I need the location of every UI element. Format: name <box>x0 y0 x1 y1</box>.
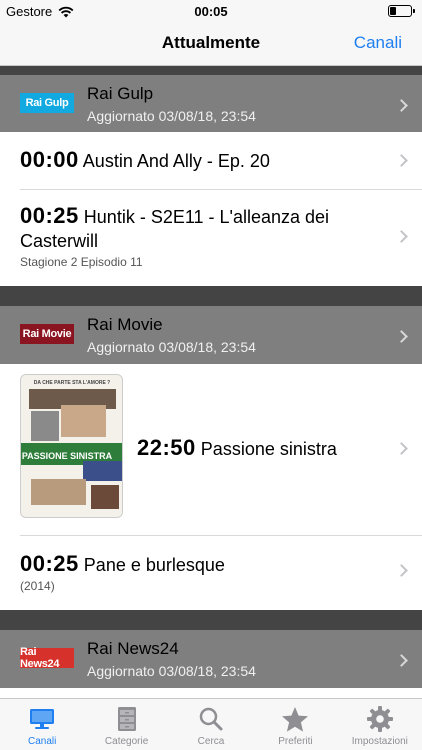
program-row[interactable]: 00:25 Pane e burlesque (2014) <box>0 536 422 610</box>
chevron-right-icon <box>395 154 408 167</box>
chevron-right-icon <box>395 564 408 577</box>
tab-label: Categorie <box>104 736 149 747</box>
search-icon <box>197 705 225 733</box>
program-text: 00:25 Huntik - S2E11 - L'alleanza dei Ca… <box>20 204 350 270</box>
status-time: 00:05 <box>194 4 228 19</box>
channel-updated: Aggiornato 03/08/18, 23:54 <box>87 108 256 124</box>
channel-header-rai-movie[interactable]: Rai Movie Rai Movie Aggiornato 03/08/18,… <box>0 286 422 364</box>
tab-canali[interactable]: Canali <box>0 699 84 750</box>
gear-icon <box>366 705 394 733</box>
channel-name: Rai Gulp <box>87 84 154 103</box>
tab-preferiti[interactable]: Preferiti <box>253 699 337 750</box>
program-time: 00:00 <box>20 147 79 172</box>
tab-label: Preferiti <box>278 736 313 747</box>
poster-tagline: DA CHE PARTE STA L'AMORE ? <box>34 380 110 386</box>
tab-impostazioni[interactable]: Impostazioni <box>338 699 422 750</box>
channel-name: Rai Movie <box>87 315 163 334</box>
chevron-right-icon <box>395 99 408 112</box>
tab-label: Canali <box>28 736 57 747</box>
program-text: 00:25 Pane e burlesque (2014) <box>20 552 225 594</box>
tab-cerca[interactable]: Cerca <box>169 699 253 750</box>
program-subtitle: Stagione 2 Episodio 11 <box>20 255 143 269</box>
program-time: 22:50 <box>137 435 196 460</box>
tab-bar: Canali Categorie Cerca Preferiti Imposta… <box>0 698 422 750</box>
channels-button[interactable]: Canali <box>354 33 402 53</box>
program-row[interactable]: 00:25 Huntik - S2E11 - L'alleanza dei Ca… <box>0 190 422 286</box>
program-main-line: 00:25 Huntik - S2E11 - L'alleanza dei Ca… <box>20 204 350 253</box>
battery-icon <box>388 5 415 17</box>
rai-news24-logo: Rai News24 <box>20 646 74 670</box>
program-row[interactable]: DA CHE PARTE STA L'AMORE ? PASSIONE SINI… <box>0 364 422 536</box>
chevron-right-icon <box>395 442 408 455</box>
program-time: 00:25 <box>20 551 79 576</box>
status-bar: Gestore 00:05 <box>0 0 422 22</box>
rai-gulp-logo: Rai Gulp <box>20 93 74 113</box>
program-title: Austin And Ally - Ep. 20 <box>82 151 270 171</box>
rai-movie-logo: Rai Movie <box>20 324 74 344</box>
program-text: 00:00 Austin And Ally - Ep. 20 <box>20 148 270 173</box>
program-text: 22:50 Passione sinistra <box>137 436 337 461</box>
channel-updated: Aggiornato 03/08/18, 23:54 <box>87 339 256 355</box>
navigation-bar: Attualmente Canali <box>0 22 422 66</box>
movie-poster-image: DA CHE PARTE STA L'AMORE ? PASSIONE SINI… <box>20 374 123 518</box>
chevron-right-icon <box>395 654 408 667</box>
tv-icon <box>28 705 56 733</box>
tab-label: Cerca <box>197 736 225 747</box>
tab-categorie[interactable]: Categorie <box>84 699 168 750</box>
channel-header-rai-news24[interactable]: Rai News24 Rai News24 Aggiornato 03/08/1… <box>0 610 422 688</box>
program-list[interactable]: Rai Gulp Rai Gulp Aggiornato 03/08/18, 2… <box>0 66 422 698</box>
poster-artwork: DA CHE PARTE STA L'AMORE ? PASSIONE SINI… <box>21 375 122 517</box>
cabinet-icon <box>113 705 141 733</box>
program-row[interactable]: 00:00 Austin And Ally - Ep. 20 <box>0 132 422 190</box>
poster-title: PASSIONE SINISTRA <box>22 451 113 461</box>
chevron-right-icon <box>395 230 408 243</box>
program-title: Pane e burlesque <box>83 555 225 575</box>
channel-updated: Aggiornato 03/08/18, 23:54 <box>87 663 256 679</box>
program-main-line: 00:25 Pane e burlesque <box>20 552 225 577</box>
tab-label: Impostazioni <box>351 736 408 747</box>
battery-fill <box>390 7 396 15</box>
program-time: 00:25 <box>20 203 79 228</box>
chevron-right-icon <box>395 330 408 343</box>
channel-name: Rai News24 <box>87 639 179 658</box>
channel-header-rai-gulp[interactable]: Rai Gulp Rai Gulp Aggiornato 03/08/18, 2… <box>0 66 422 132</box>
star-icon <box>281 705 309 733</box>
program-subtitle: (2014) <box>20 579 55 593</box>
program-title: Passione sinistra <box>200 439 337 459</box>
